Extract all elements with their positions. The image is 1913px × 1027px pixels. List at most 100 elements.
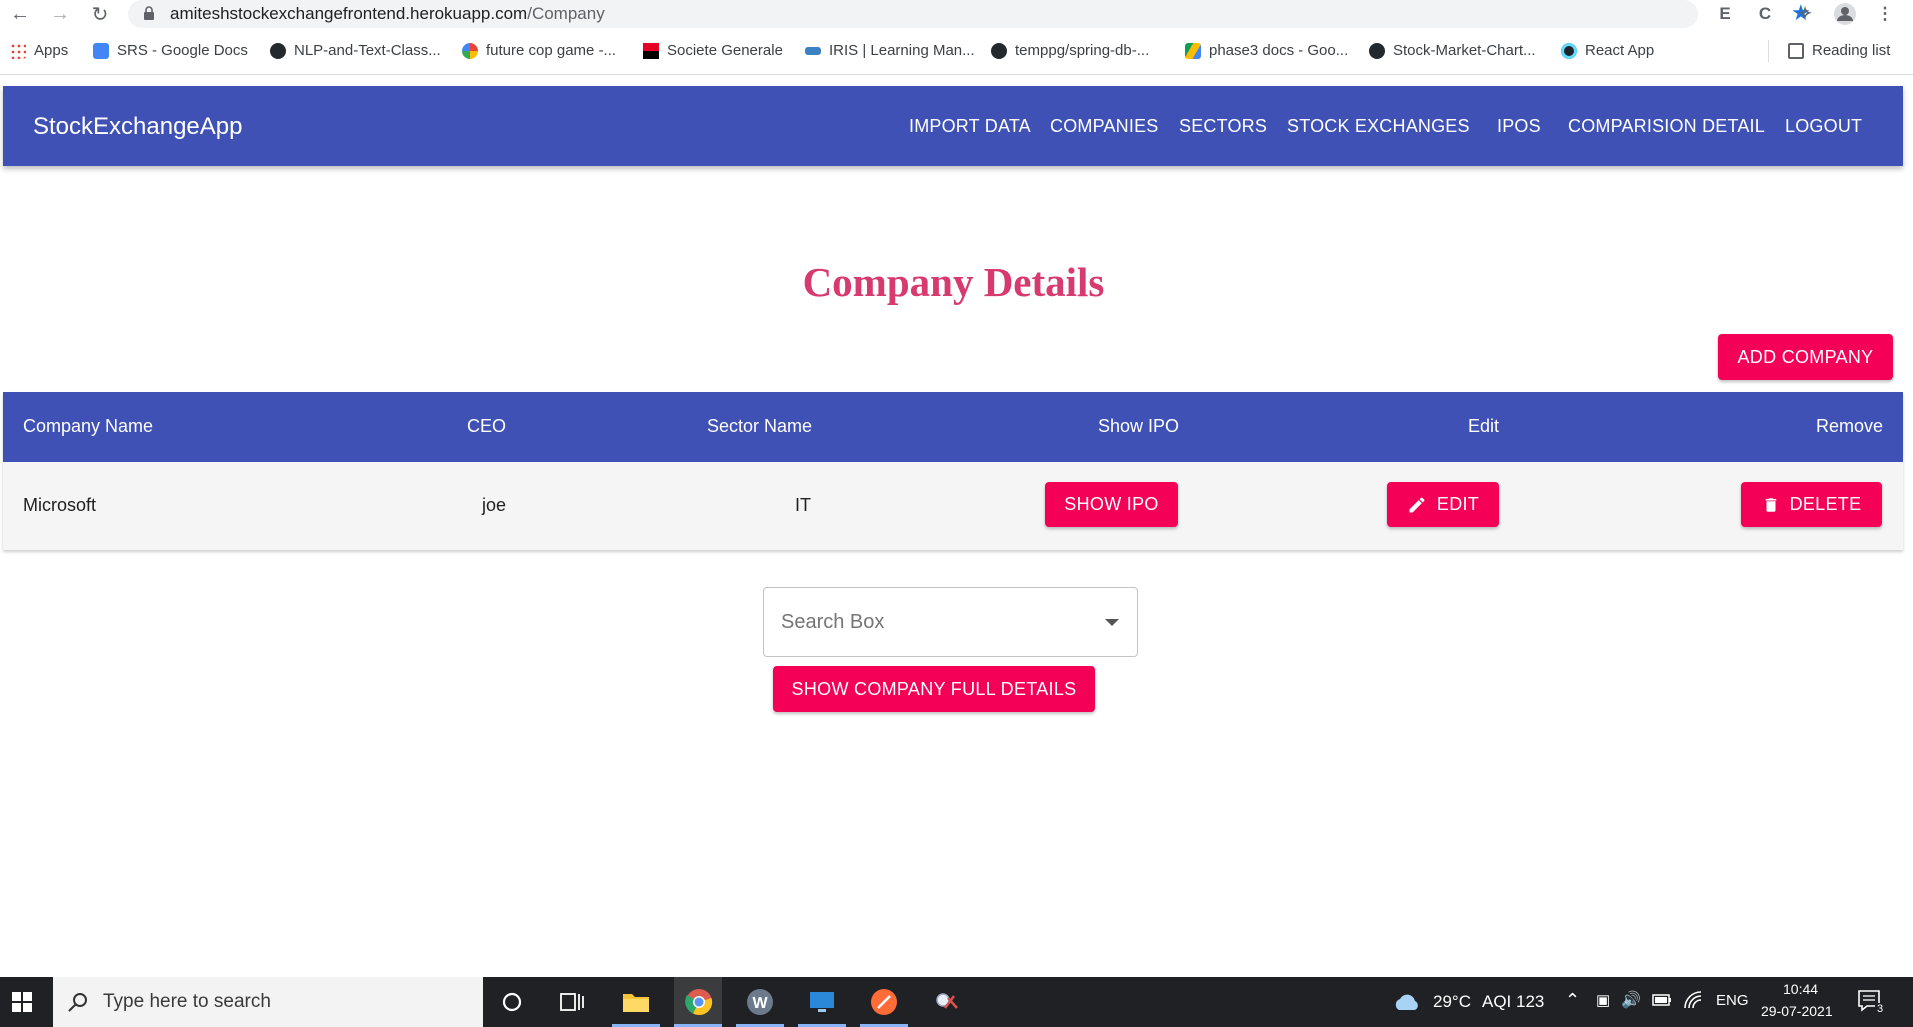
bookmark-phase3[interactable]: phase3 docs - Goo... [1185, 42, 1348, 59]
chevron-up-icon[interactable]: ⌃ [1565, 990, 1580, 1011]
reading-list-icon [1788, 42, 1804, 59]
address-row: ← → ↻ amiteshstockexchangefrontend.herok… [0, 0, 1913, 28]
lock-icon [144, 6, 154, 20]
battery-icon[interactable] [1652, 989, 1672, 1016]
brand-title[interactable]: StockExchangeApp [33, 113, 242, 141]
bookmark-label: Stock-Market-Chart... [1393, 42, 1536, 59]
puzzle-extensions-icon[interactable]: ✧ [1793, 2, 1817, 26]
weather-cloud-icon[interactable] [1392, 986, 1420, 1018]
apps-grid-icon [10, 42, 26, 59]
bookmark-nlp[interactable]: NLP-and-Text-Class... [270, 42, 441, 59]
table-header: Company Name CEO Sector Name Show IPO Ed… [3, 392, 1903, 462]
cell-sector: IT [795, 495, 811, 515]
windows-taskbar: Type here to search W 29°C AQI 123 ⌃ ▣ 🔊… [0, 977, 1913, 1027]
back-arrow-icon[interactable]: ← [8, 2, 32, 26]
chrome-divider [0, 74, 1913, 75]
nav-comparision-detail[interactable]: COMPARISION DETAIL [1568, 116, 1765, 137]
nav-sectors[interactable]: SECTORS [1179, 116, 1267, 137]
postman-icon[interactable] [868, 986, 900, 1018]
meet-now-icon[interactable]: ▣ [1596, 991, 1610, 1009]
app-bar: StockExchangeApp IMPORT DATA COMPANIES S… [3, 86, 1903, 166]
profile-avatar-icon[interactable] [1833, 2, 1857, 26]
bookmarks-bar: Apps SRS - Google Docs NLP-and-Text-Clas… [0, 38, 1913, 66]
delete-button[interactable]: DELETE [1741, 482, 1882, 527]
bookmark-label: temppg/spring-db-... [1015, 42, 1150, 59]
societe-generale-icon [643, 42, 659, 59]
notification-count: 3 [1875, 1003, 1886, 1015]
browser-chrome: ← → ↻ amiteshstockexchangefrontend.herok… [0, 0, 1913, 75]
clock-time[interactable]: 10:44 [1783, 981, 1818, 997]
weather-temp[interactable]: 29°C [1433, 992, 1471, 1012]
cortana-icon[interactable] [496, 986, 528, 1018]
nav-logout[interactable]: LOGOUT [1785, 116, 1862, 137]
clock-date[interactable]: 29-07-2021 [1761, 1003, 1833, 1019]
bookmark-iris[interactable]: IRIS | Learning Man... [805, 42, 975, 59]
cell-company: Microsoft [23, 495, 97, 515]
bookmark-label: React App [1585, 42, 1655, 59]
address-bar[interactable]: amiteshstockexchangefrontend.herokuapp.c… [128, 0, 1811, 28]
bookmark-temppg[interactable]: temppg/spring-db-... [991, 42, 1149, 59]
svg-text:W: W [752, 995, 768, 1012]
github-icon [1369, 42, 1385, 59]
search-select[interactable]: Search Box [763, 587, 1138, 657]
active-app-highlight [674, 977, 722, 1027]
language-indicator[interactable]: ENG [1716, 992, 1749, 1009]
reading-list-label: Reading list [1812, 42, 1891, 59]
bookmark-stock-market[interactable]: Stock-Market-Chart... [1369, 42, 1536, 59]
nav-companies[interactable]: COMPANIES [1050, 116, 1158, 137]
col-ceo: CEO [467, 416, 507, 436]
iris-icon [805, 46, 821, 55]
taskbar-search-placeholder: Type here to search [103, 991, 271, 1012]
col-company-name: Company Name [23, 416, 154, 436]
add-company-button[interactable]: ADD COMPANY [1718, 334, 1893, 380]
col-remove: Remove [1816, 416, 1884, 436]
windows-start-icon[interactable] [6, 986, 38, 1018]
edit-label: EDIT [1436, 494, 1480, 514]
col-show-ipo: Show IPO [1098, 416, 1180, 436]
search-icon [68, 993, 87, 1012]
google-drive-icon [1185, 42, 1201, 59]
trash-icon [1765, 497, 1776, 512]
bookmark-societe-generale[interactable]: Societe Generale [643, 42, 783, 59]
reading-list[interactable]: Reading list [1788, 42, 1890, 59]
react-icon [1561, 42, 1577, 59]
extension-c-icon[interactable]: C [1753, 2, 1777, 26]
snipping-tool-icon[interactable] [930, 986, 962, 1018]
nav-stock-exchanges[interactable]: STOCK EXCHANGES [1287, 116, 1470, 137]
taskbar-search[interactable]: Type here to search [53, 977, 483, 1027]
edit-button[interactable]: EDIT [1387, 482, 1499, 527]
remote-desktop-icon[interactable] [806, 986, 838, 1018]
file-explorer-icon[interactable] [620, 986, 652, 1018]
table-row: Microsoft joe IT SHOW IPO EDIT DELETE [3, 462, 1903, 550]
forward-arrow-icon[interactable]: → [48, 2, 72, 26]
bookmark-divider [1768, 40, 1769, 62]
word-icon[interactable]: W [744, 986, 776, 1018]
col-sector-name: Sector Name [707, 416, 813, 436]
reload-icon[interactable]: ↻ [88, 2, 112, 26]
nav-ipos[interactable]: IPOS [1497, 116, 1541, 137]
bookmark-srs[interactable]: SRS - Google Docs [93, 42, 248, 59]
wifi-icon[interactable] [1683, 990, 1703, 1015]
weather-aqi[interactable]: AQI 123 [1482, 992, 1544, 1012]
extension-e-icon[interactable]: E [1713, 2, 1737, 26]
show-company-full-details-button[interactable]: SHOW COMPANY FULL DETAILS [773, 666, 1095, 712]
url-text: amiteshstockexchangefrontend.herokuapp.c… [170, 4, 605, 23]
bookmark-label: SRS - Google Docs [117, 42, 248, 59]
bookmark-apps[interactable]: Apps [10, 42, 68, 59]
bookmark-label: phase3 docs - Goo... [1209, 42, 1349, 59]
bookmark-label: Societe Generale [667, 42, 783, 59]
bookmark-future-cop[interactable]: future cop game -... [462, 42, 616, 59]
page-title: Company Details [802, 259, 1105, 305]
nav-import-data[interactable]: IMPORT DATA [909, 116, 1031, 137]
speaker-icon[interactable]: 🔊 [1621, 990, 1641, 1010]
bookmark-react-app[interactable]: React App [1561, 42, 1654, 59]
company-table: Company Name CEO Sector Name Show IPO Ed… [3, 392, 1903, 550]
pencil-icon [1409, 496, 1425, 512]
show-ipo-button[interactable]: SHOW IPO [1045, 482, 1178, 527]
bookmark-label: NLP-and-Text-Class... [294, 42, 441, 59]
dropdown-caret-icon [1105, 619, 1119, 626]
more-menu-icon[interactable]: ⋮ [1873, 2, 1897, 26]
github-icon [270, 42, 286, 59]
cell-ceo: joe [482, 495, 507, 515]
task-view-icon[interactable] [556, 986, 588, 1018]
